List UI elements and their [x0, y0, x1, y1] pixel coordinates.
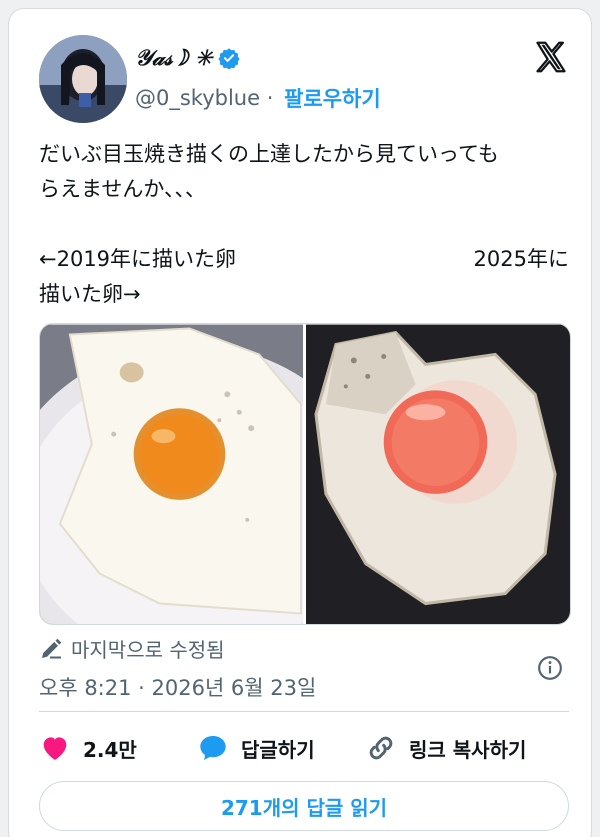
display-name-text: 𝒴𝒶𝓈☽ ✳: [135, 45, 212, 71]
display-name[interactable]: 𝒴𝒶𝓈☽ ✳: [135, 45, 240, 71]
caption-left: ←2019年に描いた卵: [39, 247, 237, 271]
pencil-icon: [42, 638, 62, 658]
heart-icon: [43, 737, 67, 760]
like-button[interactable]: 2.4만: [39, 723, 137, 773]
egg-drawing-2025[interactable]: [305, 324, 570, 625]
egg-drawing-2019[interactable]: [40, 324, 303, 625]
reply-button[interactable]: 답글하기: [197, 723, 315, 773]
x-logo-icon[interactable]: [533, 39, 569, 75]
tweet-caption-row: ←2019年に描いた卵 2025年に: [39, 242, 569, 277]
tweet-media[interactable]: [39, 323, 571, 625]
divider: [39, 711, 569, 712]
link-icon: [369, 736, 393, 760]
action-bar: 2.4만 답글하기 링크 복사하기: [39, 723, 579, 773]
tweet-text: だいぶ目玉焼き描くの上達したから見ていっても らえませんか、、、 ←2019年に…: [39, 137, 569, 312]
copy-link-button[interactable]: 링크 복사하기: [365, 723, 526, 773]
timestamp[interactable]: 오후 8:21 · 2026년 6월 23일: [39, 672, 316, 702]
user-handle[interactable]: @0_skyblue: [135, 86, 260, 110]
reply-label: 답글하기: [241, 737, 315, 762]
handle-separator: ·: [260, 86, 281, 110]
info-icon[interactable]: [537, 655, 563, 681]
tweet-card: 𝒴𝒶𝓈☽ ✳ @0_skyblue · 팔로우하기 だいぶ目玉焼き描くの上達した…: [8, 8, 592, 837]
follow-button[interactable]: 팔로우하기: [284, 83, 381, 113]
handle-row: @0_skyblue · 팔로우하기: [135, 83, 381, 113]
tweet-text-line: だいぶ目玉焼き描くの上達したから見ていっても: [39, 142, 499, 166]
caption-right: 2025年に: [473, 247, 569, 271]
verified-badge-icon: [218, 48, 240, 69]
tweet-text-line: 描いた卵→: [39, 282, 141, 306]
tweet-text-line: らえませんか、、、: [39, 177, 206, 201]
like-count: 2.4만: [83, 737, 137, 762]
read-replies-button[interactable]: 271개의 답글 읽기: [39, 781, 569, 831]
speech-bubble-icon: [200, 736, 226, 760]
avatar[interactable]: [39, 35, 127, 123]
edited-label: 마지막으로 수정됨: [71, 638, 225, 662]
copy-link-label: 링크 복사하기: [409, 737, 527, 762]
edited-indicator[interactable]: 마지막으로 수정됨: [39, 634, 225, 663]
